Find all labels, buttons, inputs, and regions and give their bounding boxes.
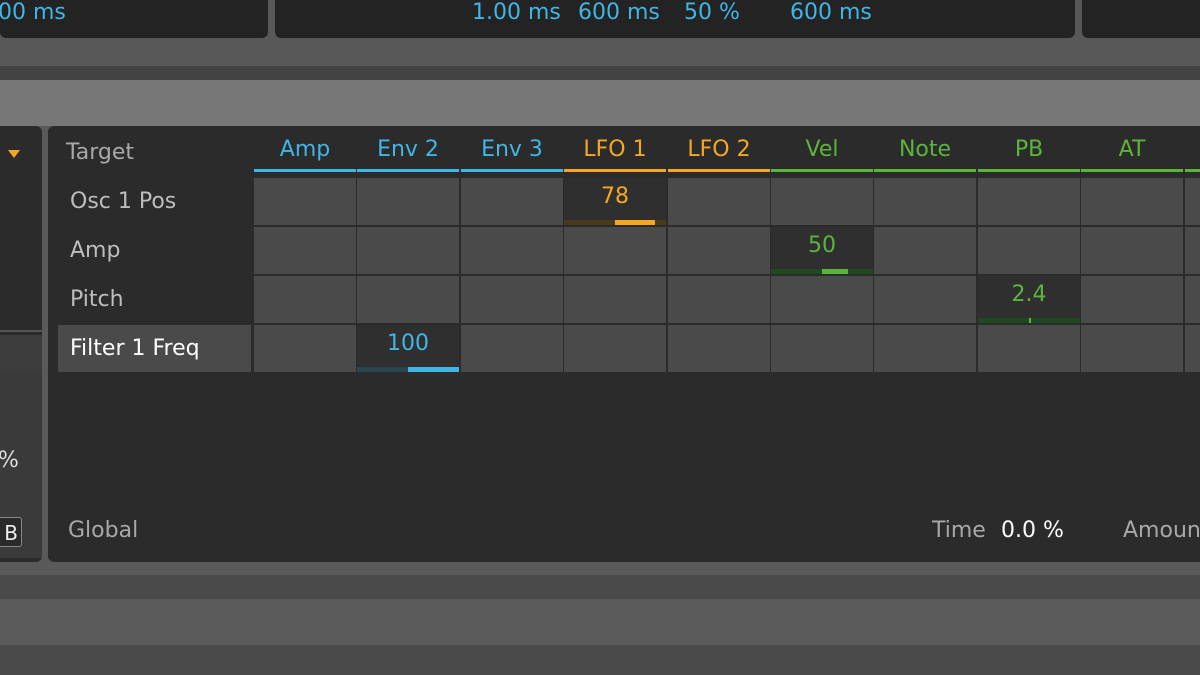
matrix-cell[interactable] bbox=[668, 227, 770, 274]
column-header-underline bbox=[254, 169, 356, 172]
row-target-label[interactable]: Amp bbox=[58, 227, 251, 274]
matrix-cell[interactable] bbox=[1081, 325, 1183, 372]
modulation-amount-fill bbox=[822, 269, 848, 274]
column-header-underline bbox=[874, 169, 976, 172]
column-header[interactable]: Vel bbox=[771, 134, 873, 168]
matrix-cell[interactable] bbox=[668, 178, 770, 225]
global-label: Global bbox=[68, 518, 139, 543]
column-header-underline bbox=[771, 169, 873, 172]
modulation-amount-fill bbox=[1029, 318, 1031, 323]
row-target-label[interactable]: Osc 1 Pos bbox=[58, 178, 251, 225]
matrix-cell[interactable] bbox=[254, 178, 356, 225]
column-header[interactable]: LFO 1 bbox=[564, 134, 666, 168]
matrix-cell[interactable] bbox=[978, 178, 1080, 225]
matrix-cell[interactable] bbox=[564, 276, 666, 323]
left-panel-selected-row[interactable] bbox=[0, 335, 42, 371]
bottom-strip-upper bbox=[0, 575, 1200, 599]
top-value-3[interactable]: 50 % bbox=[684, 0, 740, 28]
column-header-underline bbox=[668, 169, 770, 172]
matrix-cell[interactable] bbox=[357, 227, 459, 274]
cell-value: 100 bbox=[387, 331, 429, 356]
matrix-cell[interactable] bbox=[254, 325, 356, 372]
device-header-bar bbox=[0, 80, 1200, 126]
amount-label: Amoun bbox=[1123, 518, 1200, 543]
cell-value: 50 bbox=[808, 233, 836, 258]
matrix-cell[interactable] bbox=[874, 276, 976, 323]
matrix-cell[interactable] bbox=[1081, 227, 1183, 274]
matrix-cell[interactable] bbox=[771, 178, 873, 225]
matrix-cell[interactable] bbox=[1081, 276, 1183, 323]
matrix-cell[interactable] bbox=[1185, 227, 1200, 274]
modulation-amount-fill bbox=[615, 220, 655, 225]
matrix-cell[interactable]: 78 bbox=[564, 178, 666, 225]
left-panel-divider bbox=[0, 330, 42, 332]
matrix-cell[interactable] bbox=[668, 276, 770, 323]
time-label: Time bbox=[932, 518, 986, 543]
column-header[interactable]: AT bbox=[1081, 134, 1183, 168]
matrix-cell[interactable] bbox=[461, 178, 563, 225]
matrix-cell[interactable]: 2.4 bbox=[978, 276, 1080, 323]
column-header[interactable]: PB bbox=[978, 134, 1080, 168]
matrix-cell[interactable] bbox=[978, 227, 1080, 274]
top-value-4[interactable]: 600 ms bbox=[790, 0, 872, 28]
matrix-cell[interactable] bbox=[771, 325, 873, 372]
column-header[interactable]: Note bbox=[874, 134, 976, 168]
column-header[interactable]: Amp bbox=[254, 134, 356, 168]
top-panel-right bbox=[1082, 0, 1200, 38]
matrix-cell[interactable]: 50 bbox=[771, 227, 873, 274]
matrix-cell[interactable] bbox=[668, 325, 770, 372]
target-column-label: Target bbox=[66, 140, 135, 165]
column-header-underline bbox=[564, 169, 666, 172]
time-value[interactable]: 0.0 % bbox=[1001, 518, 1064, 543]
top-value-2[interactable]: 600 ms bbox=[578, 0, 660, 28]
row-target-label[interactable]: Filter 1 Freq bbox=[58, 325, 251, 372]
cell-value: 78 bbox=[601, 184, 629, 209]
left-toggle-button[interactable]: B bbox=[0, 517, 22, 547]
matrix-cell[interactable] bbox=[254, 276, 356, 323]
matrix-cell[interactable] bbox=[1185, 325, 1200, 372]
dropdown-triangle-icon[interactable] bbox=[8, 150, 20, 158]
modulation-amount-fill bbox=[408, 367, 459, 372]
column-header[interactable]: LFO 2 bbox=[668, 134, 770, 168]
matrix-cell[interactable] bbox=[1081, 178, 1183, 225]
matrix-cell[interactable] bbox=[461, 276, 563, 323]
matrix-cell[interactable] bbox=[978, 325, 1080, 372]
matrix-cell[interactable] bbox=[771, 276, 873, 323]
matrix-cell[interactable] bbox=[461, 325, 563, 372]
matrix-cell[interactable] bbox=[1185, 178, 1200, 225]
matrix-cell[interactable] bbox=[461, 227, 563, 274]
column-header-underline bbox=[1081, 169, 1183, 172]
bottom-strip-lower bbox=[0, 645, 1200, 675]
matrix-cell[interactable]: 100 bbox=[357, 325, 459, 372]
matrix-cell[interactable] bbox=[254, 227, 356, 274]
top-panel-center bbox=[275, 0, 1075, 38]
matrix-cell[interactable] bbox=[357, 276, 459, 323]
top-value-1[interactable]: 1.00 ms bbox=[472, 0, 561, 28]
matrix-cell[interactable] bbox=[874, 325, 976, 372]
matrix-cell[interactable] bbox=[874, 227, 976, 274]
row-target-label[interactable]: Pitch bbox=[58, 276, 251, 323]
top-separator bbox=[0, 66, 1200, 80]
column-header[interactable]: Env 3 bbox=[461, 134, 563, 168]
matrix-cell[interactable] bbox=[564, 325, 666, 372]
column-header[interactable]: Env 2 bbox=[357, 134, 459, 168]
matrix-cell[interactable] bbox=[874, 178, 976, 225]
cell-value: 2.4 bbox=[1011, 282, 1047, 307]
left-percent-value[interactable]: % bbox=[0, 448, 19, 473]
matrix-cell[interactable] bbox=[564, 227, 666, 274]
column-header-underline bbox=[357, 169, 459, 172]
matrix-cell[interactable] bbox=[357, 178, 459, 225]
column-header-underline bbox=[1185, 169, 1200, 172]
column-header-underline bbox=[978, 169, 1080, 172]
column-header-underline bbox=[461, 169, 563, 172]
matrix-cell[interactable] bbox=[1185, 276, 1200, 323]
top-value-0[interactable]: 00 ms bbox=[0, 0, 66, 28]
